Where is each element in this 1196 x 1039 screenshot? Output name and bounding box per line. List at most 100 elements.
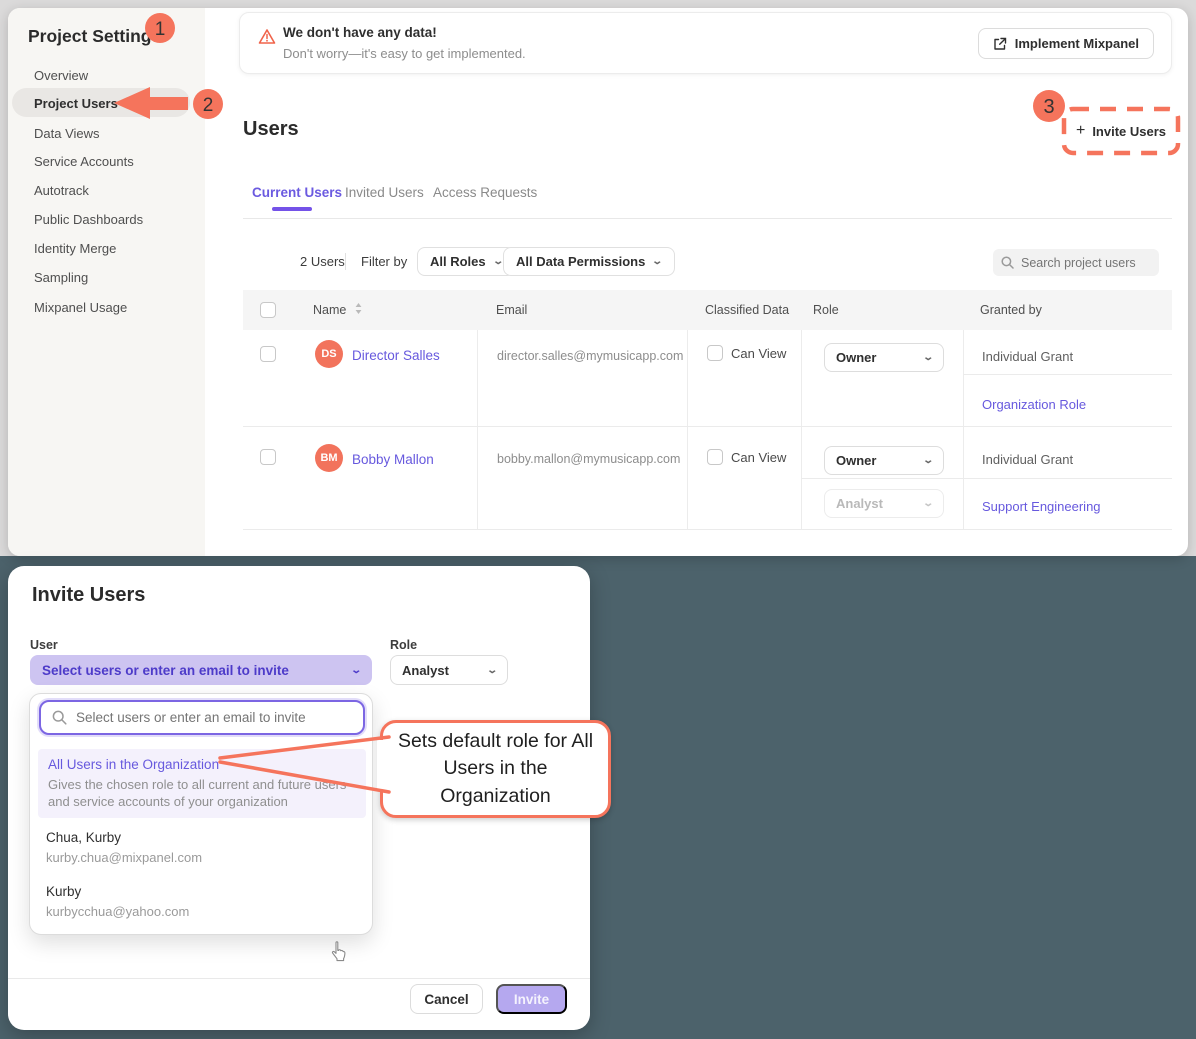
- permissions-filter-label: All Data Permissions: [516, 254, 645, 269]
- option-email: kurby.chua@mixpanel.com: [46, 850, 202, 865]
- invite-users-label: Invite Users: [1092, 124, 1166, 139]
- sort-icon: [355, 303, 362, 314]
- filter-divider: [345, 253, 346, 270]
- sidebar-item-sampling[interactable]: Sampling: [34, 270, 88, 285]
- tab-current-users[interactable]: Current Users: [252, 185, 342, 200]
- role-dropdown[interactable]: Owner⌄: [824, 343, 944, 372]
- warning-icon: [258, 28, 276, 45]
- user-dropdown-panel: All Users in the Organization Gives the …: [29, 693, 373, 935]
- can-view-checkbox[interactable]: [707, 345, 723, 361]
- plus-icon: +: [1076, 122, 1085, 140]
- col-header-classified: Classified Data: [705, 303, 789, 317]
- row-checkbox[interactable]: [260, 346, 276, 362]
- granted-by-secondary-link[interactable]: Support Engineering: [982, 499, 1101, 514]
- option-chua-kurby[interactable]: Chua, Kurby kurby.chua@mixpanel.com: [46, 830, 202, 865]
- sidebar-item-mixpanel-usage[interactable]: Mixpanel Usage: [34, 300, 127, 315]
- no-data-banner: We don't have any data! Don't worry—it's…: [239, 12, 1172, 74]
- chevron-down-icon: ⌄: [350, 665, 362, 676]
- role-dropdown[interactable]: Owner⌄: [824, 446, 944, 475]
- row-checkbox[interactable]: [260, 449, 276, 465]
- col-divider: [477, 330, 478, 529]
- option-all-users-organization[interactable]: All Users in the Organization Gives the …: [38, 749, 366, 818]
- roles-filter-label: All Roles: [430, 254, 486, 269]
- sidebar-item-data-views[interactable]: Data Views: [34, 126, 100, 141]
- chevron-down-icon: ⌄: [492, 256, 504, 267]
- user-name-link[interactable]: Bobby Mallon: [352, 452, 434, 467]
- roles-filter-dropdown[interactable]: All Roles ⌄: [417, 247, 515, 276]
- granted-by-secondary-link[interactable]: Organization Role: [982, 397, 1086, 412]
- sidebar-item-public-dashboards[interactable]: Public Dashboards: [34, 212, 143, 227]
- user-select-value: Select users or enter an email to invite: [42, 663, 289, 678]
- user-name-link[interactable]: Director Salles: [352, 348, 440, 363]
- sidebar: Project Settings Overview Project Users …: [8, 8, 205, 556]
- user-count: 2 Users: [300, 254, 345, 269]
- user-select-trigger[interactable]: Select users or enter an email to invite…: [30, 655, 372, 685]
- sidebar-item-overview[interactable]: Overview: [34, 68, 88, 83]
- implement-mixpanel-label: Implement Mixpanel: [1015, 36, 1139, 51]
- table-bottom-divider: [243, 529, 1172, 530]
- can-view-checkbox[interactable]: [707, 449, 723, 465]
- granted-divider: [963, 374, 1172, 375]
- chevron-down-icon: ⌄: [922, 352, 934, 363]
- search-input[interactable]: [1021, 256, 1141, 270]
- active-tab-underline: [272, 207, 312, 211]
- dropdown-search[interactable]: [39, 700, 365, 735]
- sidebar-item-service-accounts[interactable]: Service Accounts: [34, 154, 134, 169]
- option-title: Chua, Kurby: [46, 830, 202, 845]
- option-title: Kurby: [46, 884, 189, 899]
- invite-button[interactable]: Invite: [496, 984, 567, 1014]
- chevron-down-icon: ⌄: [486, 665, 498, 676]
- implement-mixpanel-button[interactable]: Implement Mixpanel: [978, 28, 1154, 59]
- tab-access-requests[interactable]: Access Requests: [433, 185, 537, 200]
- chevron-down-icon: ⌄: [922, 498, 934, 509]
- col-header-role: Role: [813, 303, 839, 317]
- tab-invited-users[interactable]: Invited Users: [345, 185, 424, 200]
- dialog-title: Invite Users: [32, 584, 145, 607]
- user-email: director.salles@mymusicapp.com: [497, 349, 683, 363]
- option-email: kurbycchua@yahoo.com: [46, 904, 189, 919]
- col-divider: [687, 330, 688, 529]
- dialog-footer-divider: [8, 978, 590, 979]
- classified-data-cell: Can View: [707, 449, 786, 465]
- select-all-checkbox[interactable]: [260, 302, 276, 318]
- filter-by-label: Filter by: [361, 254, 407, 269]
- can-view-label: Can View: [731, 346, 786, 361]
- sidebar-item-identity-merge[interactable]: Identity Merge: [34, 241, 116, 256]
- tabs-divider: [243, 218, 1172, 219]
- option-title: All Users in the Organization: [48, 757, 219, 772]
- avatar: BM: [315, 444, 343, 472]
- chevron-down-icon: ⌄: [652, 256, 664, 267]
- col-divider: [963, 330, 964, 529]
- user-email: bobby.mallon@mymusicapp.com: [497, 452, 680, 466]
- classified-data-cell: Can View: [707, 345, 786, 361]
- col-header-granted-by: Granted by: [980, 303, 1042, 317]
- cancel-button[interactable]: Cancel: [410, 984, 483, 1014]
- sidebar-item-autotrack[interactable]: Autotrack: [34, 183, 89, 198]
- role-select-value: Analyst: [402, 663, 449, 678]
- avatar: DS: [315, 340, 343, 368]
- role-dropdown-disabled: Analyst⌄: [824, 489, 944, 518]
- sidebar-title: Project Settings: [28, 26, 161, 47]
- page-title: Users: [243, 118, 299, 141]
- granted-by-primary: Individual Grant: [982, 349, 1073, 364]
- search-icon: [52, 710, 67, 725]
- annotation-callout: Sets default role for All Users in the O…: [380, 720, 611, 818]
- permissions-filter-dropdown[interactable]: All Data Permissions ⌄: [503, 247, 675, 276]
- search-project-users[interactable]: [993, 249, 1159, 276]
- granted-by-primary: Individual Grant: [982, 452, 1073, 467]
- page-root: Project Settings Overview Project Users …: [0, 0, 1196, 1039]
- invite-users-button[interactable]: + Invite Users: [1064, 110, 1178, 152]
- project-settings-panel: Project Settings Overview Project Users …: [8, 8, 1188, 556]
- banner-title: We don't have any data!: [283, 25, 437, 40]
- dropdown-search-input[interactable]: [76, 710, 346, 725]
- sidebar-item-project-users[interactable]: Project Users: [34, 96, 118, 111]
- col-header-name[interactable]: Name: [313, 303, 362, 317]
- role-select[interactable]: Analyst ⌄: [390, 655, 508, 685]
- cursor-hand-icon: [330, 941, 347, 962]
- external-link-icon: [993, 37, 1007, 51]
- search-icon: [1001, 256, 1014, 269]
- option-description: Gives the chosen role to all current and…: [48, 776, 360, 811]
- subrow-divider: [801, 478, 1172, 479]
- col-divider: [801, 330, 802, 529]
- option-kurby[interactable]: Kurby kurbycchua@yahoo.com: [46, 884, 189, 919]
